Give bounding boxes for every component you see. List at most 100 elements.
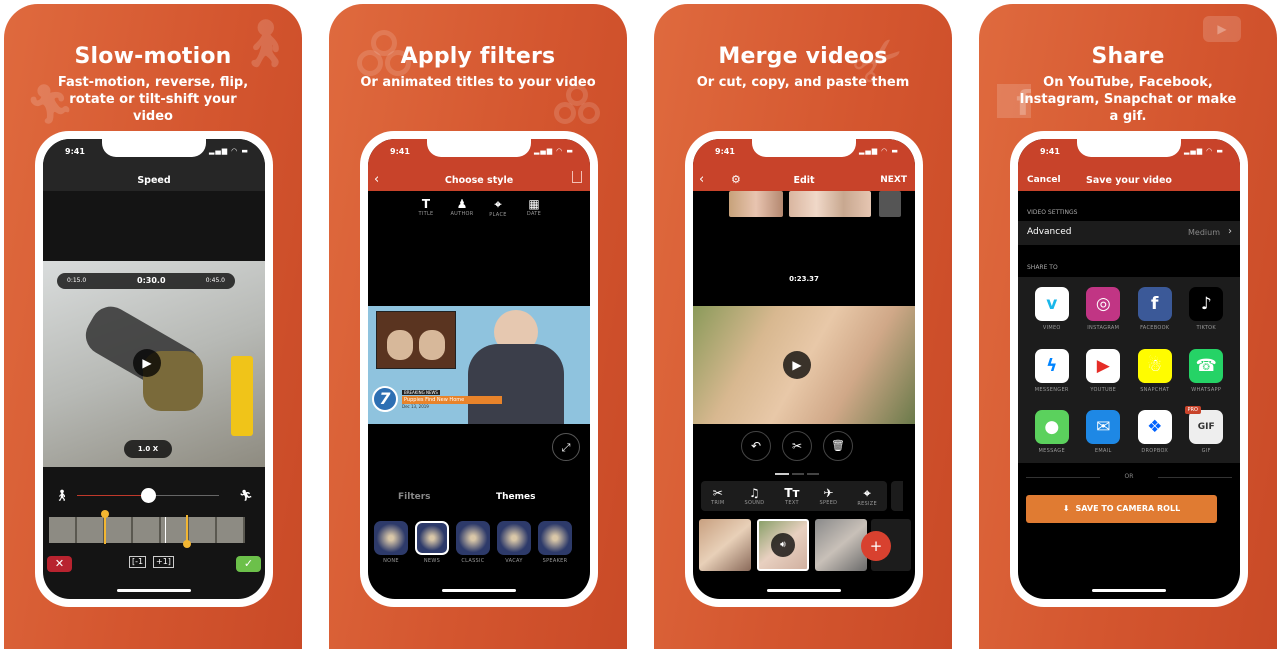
- choose-style-screen: 9:41 ▂▄▆ ◠ ▬ ‹ Choose style T TITLE ♟ AUTHO…: [368, 139, 590, 599]
- crop-icon: ⌖: [863, 485, 871, 500]
- split-button[interactable]: ✂: [782, 431, 812, 461]
- status-time: 9:41: [65, 147, 85, 156]
- phone-frame: 9:41 ▂▄▆ ◠ ▬ ‹ Choose style T TITLE ♟ AUTHO…: [360, 131, 598, 607]
- place-icon: ⌖: [494, 197, 502, 211]
- confirm-button[interactable]: ✓: [236, 556, 261, 572]
- clip-tile[interactable]: [815, 519, 867, 571]
- playhead[interactable]: [165, 517, 166, 543]
- theme-classic[interactable]: CLASSIC: [456, 521, 490, 564]
- share-app-whatsapp[interactable]: ☎ WHATSAPP: [1181, 348, 1233, 402]
- theme-news[interactable]: NEWS: [415, 521, 449, 564]
- edit-toolbar: ✂ TRIM ♫ SOUND Tт TEXT ✈ SPEED ⌖ RESIZE: [701, 481, 887, 511]
- share-app-tiktok[interactable]: ♪ TIKTOK: [1181, 287, 1233, 340]
- next-button[interactable]: NEXT: [880, 175, 907, 185]
- trim-start-handle[interactable]: [101, 510, 109, 544]
- subtitle: Fast-motion, reverse, flip, rotate or ti…: [57, 75, 249, 124]
- panel-apply-filters: Apply filters Or animated titles to your…: [329, 4, 627, 649]
- undo-button[interactable]: ↶: [741, 431, 771, 461]
- share-app-snapchat[interactable]: ☃ SNAPCHAT: [1129, 348, 1181, 402]
- panel-slow-motion: 🚶︎ 🏃︎ Slow-motion Fast-motion, reverse, …: [4, 4, 302, 649]
- youtube-deco-icon: ▶: [1203, 16, 1241, 42]
- status-time: 9:41: [715, 147, 735, 156]
- clip-tile-selected[interactable]: 🔊︎: [757, 519, 809, 571]
- volume-icon[interactable]: 🔊︎: [771, 533, 795, 557]
- trim-in-button[interactable]: [-1: [129, 556, 147, 568]
- share-app-dropbox[interactable]: ❖ DROPBOX: [1129, 410, 1181, 463]
- share-app-instagram[interactable]: ◎ INSTAGRAM: [1078, 287, 1130, 340]
- video-preview: ▶: [43, 261, 265, 467]
- app-label: GIF: [1201, 448, 1211, 455]
- time-mark: 0:15.0: [67, 277, 87, 284]
- speed-slider-knob[interactable]: [141, 488, 156, 503]
- save-to-camera-roll-button[interactable]: ⬇ SAVE TO CAMERA ROLL: [1026, 495, 1217, 523]
- trim-out-button[interactable]: +1]: [153, 556, 174, 568]
- running-icon[interactable]: 🏃︎: [239, 489, 253, 502]
- tool-speed[interactable]: ✈ SPEED: [819, 486, 837, 506]
- save-label: SAVE TO CAMERA ROLL: [1075, 504, 1181, 513]
- walking-icon[interactable]: 🚶︎: [55, 489, 69, 502]
- tool-trim[interactable]: ✂ TRIM: [711, 486, 725, 506]
- tool-author[interactable]: ♟ AUTHOR: [444, 197, 480, 218]
- title-icon: T: [421, 197, 431, 211]
- title-tools: T TITLE ♟ AUTHOR ⌖ PLACE ▦ DATE: [408, 197, 552, 218]
- headline: Apply filters: [400, 44, 556, 69]
- message-icon: ●: [1034, 410, 1069, 445]
- fullscreen-button[interactable]: ⤢: [552, 433, 580, 461]
- youtube-icon: ▶: [1086, 348, 1121, 383]
- tool-resize[interactable]: ⌖ RESIZE: [857, 486, 877, 507]
- theme-vacay[interactable]: VACAY: [497, 521, 531, 564]
- trim-end-handle[interactable]: [183, 515, 191, 548]
- app-label: WHATSAPP: [1191, 386, 1222, 393]
- status-icons: ▂▄▆ ◠ ▬: [858, 147, 899, 155]
- save-video-screen: 9:41 ▂▄▆ ◠ ▬ Cancel Save your video VIDEO…: [1018, 139, 1240, 599]
- tool-place[interactable]: ⌖ PLACE: [480, 197, 516, 218]
- share-app-message[interactable]: ● MESSAGE: [1026, 410, 1078, 463]
- tool-title[interactable]: T TITLE: [408, 197, 444, 218]
- clip-tile[interactable]: [699, 519, 751, 571]
- advanced-settings-row[interactable]: Advanced Medium ›: [1018, 221, 1240, 245]
- share-app-vimeo[interactable]: v VIMEO: [1026, 287, 1078, 340]
- nav-title: Speed: [137, 175, 171, 186]
- play-button[interactable]: ▶: [133, 349, 161, 377]
- advanced-label: Advanced: [1027, 227, 1072, 237]
- speed-screen: 9:41 ▂▄▆ ◠ ▬ Speed ▶ 0:15.0 0:30.0 0:45.0…: [43, 139, 265, 599]
- clip-thumbnail[interactable]: [879, 191, 901, 217]
- tool-sound[interactable]: ♫ SOUND: [745, 486, 765, 506]
- add-clip-button[interactable]: +: [861, 531, 891, 561]
- speed-slider-track[interactable]: [77, 488, 219, 503]
- tab-themes[interactable]: Themes: [496, 492, 536, 502]
- theme-speaker[interactable]: SPEAKER: [538, 521, 572, 564]
- page-indicator: [775, 473, 819, 475]
- clip-thumbnail[interactable]: [729, 191, 783, 217]
- time-mark-current: 0:30.0: [137, 276, 166, 285]
- share-app-facebook[interactable]: f FACEBOOK: [1129, 287, 1181, 340]
- timeline-ruler[interactable]: 0:15.0 0:30.0 0:45.0: [57, 273, 235, 289]
- delete-button[interactable]: 🗑︎: [823, 431, 853, 461]
- tool-date[interactable]: ▦ DATE: [516, 197, 552, 218]
- filmstrip[interactable]: [49, 510, 245, 548]
- puppies-image: [376, 311, 456, 369]
- app-label: SNAPCHAT: [1140, 386, 1170, 393]
- section-header-share-to: SHARE TO: [1027, 264, 1058, 271]
- headline: Slow-motion: [74, 44, 232, 69]
- cancel-button[interactable]: ✕: [47, 556, 72, 572]
- tool-text[interactable]: Tт TEXT: [784, 486, 799, 506]
- messenger-icon: ϟ: [1034, 348, 1069, 383]
- subtitle: On YouTube, Facebook, Instagram, Snapcha…: [1019, 75, 1237, 124]
- status-time: 9:41: [1040, 147, 1060, 156]
- theme-none[interactable]: NONE: [374, 521, 408, 564]
- share-app-email[interactable]: ✉ EMAIL: [1078, 410, 1130, 463]
- speed-slider-fill: [77, 495, 148, 496]
- clip-thumbnail[interactable]: [789, 191, 871, 217]
- edit-screen: 9:41 ▂▄▆ ◠ ▬ ‹ ⚙ Edit NEXT 0:23.37 ▶ ↶ ✂ …: [693, 139, 915, 599]
- app-label: FACEBOOK: [1140, 325, 1170, 331]
- time-mark: 0:45.0: [205, 277, 225, 284]
- share-app-youtube[interactable]: ▶ YOUTUBE: [1078, 348, 1130, 402]
- share-icon[interactable]: [572, 171, 582, 183]
- play-button[interactable]: ▶: [783, 351, 811, 379]
- share-app-gif[interactable]: GIF PRO GIF: [1181, 406, 1233, 463]
- tab-filters[interactable]: Filters: [398, 492, 431, 502]
- video-preview: 7 BREAKING NEWS Puppies Find New Home De…: [368, 306, 590, 424]
- share-app-messenger[interactable]: ϟ MESSENGER: [1026, 348, 1078, 402]
- app-label: MESSENGER: [1034, 386, 1069, 393]
